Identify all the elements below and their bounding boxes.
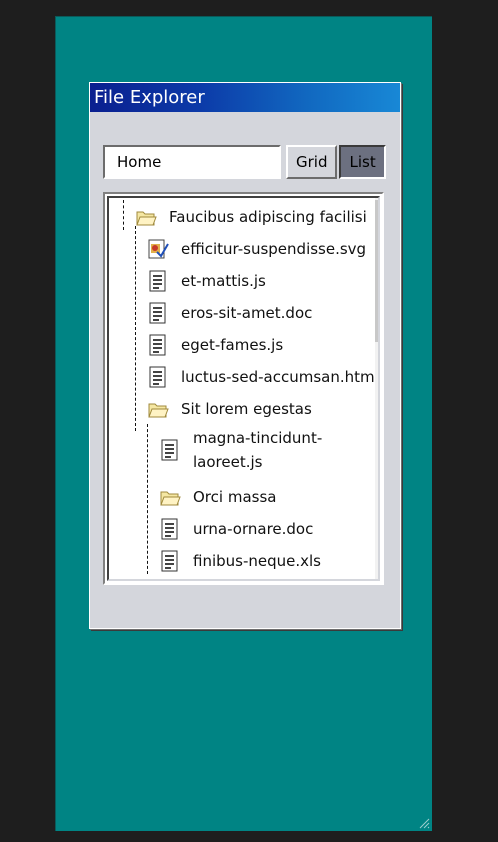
tree-item-label: Orci massa [193, 488, 277, 506]
title-bar[interactable]: File Explorer [90, 83, 400, 112]
document-icon [149, 270, 166, 292]
resize-grip-icon[interactable] [418, 817, 430, 829]
document-icon [149, 334, 166, 356]
tree-file[interactable]: et-mattis.js [147, 266, 266, 296]
tree-item-label: magna-tincidunt-laoreet.js [193, 429, 323, 471]
grid-view-button[interactable]: Grid [286, 145, 338, 179]
tree-folder[interactable]: Sit lorem egestas [147, 394, 312, 424]
tree-guide-line [123, 200, 124, 230]
tree-guide-line [135, 226, 136, 431]
file-explorer-window: File Explorer Grid List Faucibus adipi [89, 82, 401, 629]
scrollbar-thumb[interactable] [375, 200, 378, 342]
tree-item-label: finibus-neque.xls [193, 552, 321, 570]
file-tree-panel: Faucibus adipiscing facilisi efficitur-s… [103, 192, 384, 585]
tree-folder[interactable]: Orci massa [159, 482, 276, 512]
tree-item-label: luctus-sed-accumsan.html [181, 368, 379, 386]
image-file-icon [148, 239, 169, 259]
file-tree[interactable]: Faucibus adipiscing facilisi efficitur-s… [107, 196, 380, 581]
list-view-button[interactable]: List [339, 145, 386, 179]
folder-open-icon [136, 211, 157, 226]
tree-file[interactable]: finibus-neque.xls [159, 546, 321, 576]
tree-item-label: eros-sit-amet.doc [181, 304, 313, 322]
folder-icon [160, 491, 181, 506]
document-icon [161, 518, 178, 540]
path-input[interactable] [103, 145, 281, 179]
tree-item-label: et-mattis.js [181, 272, 266, 290]
tree-item-label: efficitur-suspendisse.svg [181, 240, 367, 258]
tree-item-label: Faucibus adipiscing facilisi [169, 208, 367, 226]
document-icon [161, 550, 178, 572]
tree-file[interactable]: eros-sit-amet.doc [147, 298, 312, 328]
folder-open-icon [148, 403, 169, 418]
tree-guide-line [147, 424, 148, 574]
tree-file[interactable]: eget-fames.js [147, 330, 283, 360]
window-title: File Explorer [94, 87, 205, 108]
document-icon [161, 439, 178, 461]
tree-file[interactable]: efficitur-suspendisse.svg [147, 234, 366, 264]
document-icon [149, 366, 166, 388]
tree-file[interactable]: magna-tincidunt-laoreet.js [159, 426, 333, 478]
toolbar: Grid List [103, 145, 386, 179]
desktop: File Explorer Grid List Faucibus adipi [55, 16, 432, 831]
tree-item-label: eget-fames.js [181, 336, 284, 354]
tree-file[interactable]: urna-ornare.doc [159, 514, 313, 544]
tree-file[interactable]: luctus-sed-accumsan.html [147, 362, 379, 392]
tree-item-label: Sit lorem egestas [181, 400, 312, 418]
scrollbar-track[interactable] [375, 198, 378, 579]
tree-folder-root[interactable]: Faucibus adipiscing facilisi [135, 202, 367, 232]
tree-item-label: urna-ornare.doc [193, 520, 314, 538]
document-icon [149, 302, 166, 324]
